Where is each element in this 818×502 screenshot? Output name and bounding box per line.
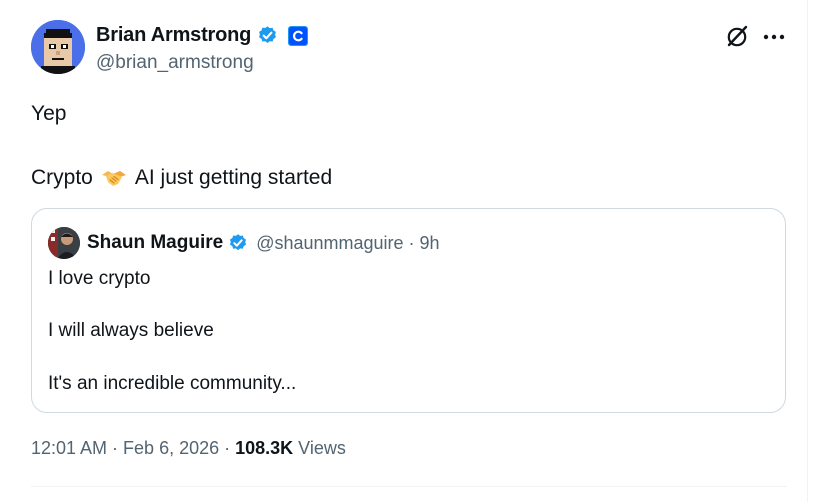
organization-badge-icon[interactable]: [288, 25, 309, 46]
grok-icon[interactable]: [725, 23, 751, 49]
tweet-text-line: Crypto AI just getting started: [31, 166, 332, 190]
quoted-handle-time[interactable]: @shaunmmaguire · 9h: [256, 233, 439, 254]
views-label: Views: [293, 438, 346, 458]
quoted-author-display-name[interactable]: Shaun Maguire: [87, 232, 223, 254]
quoted-author-avatar[interactable]: [48, 227, 80, 259]
tweet-timestamp[interactable]: 12:01 AM · Feb 6, 2026 ·: [31, 438, 235, 458]
tweet-footer-meta: 12:01 AM · Feb 6, 2026 · 108.3K Views: [31, 438, 346, 459]
tweet-header: Brian Armstrong @brian_armstrong: [31, 18, 787, 78]
quoted-text-line: It's an incredible community...: [48, 373, 297, 394]
tweet-text-segment: Crypto: [31, 166, 93, 189]
more-options-icon[interactable]: [763, 34, 785, 40]
quoted-text-line: I will always believe: [48, 320, 214, 341]
tweet-text-line: Yep: [31, 102, 67, 125]
author-display-name[interactable]: Brian Armstrong: [96, 24, 251, 47]
handshake-emoji-icon: [101, 171, 126, 186]
quoted-tweet-header: Shaun Maguire @shaunmmaguire · 9h: [48, 227, 440, 259]
quoted-tweet-card[interactable]: Shaun Maguire @shaunmmaguire · 9h I love…: [31, 208, 786, 413]
author-avatar[interactable]: [31, 20, 85, 74]
views-count: 108.3K: [235, 438, 294, 458]
quoted-text-line: I love crypto: [48, 268, 151, 289]
verified-badge-icon: [230, 234, 247, 251]
divider: [31, 486, 787, 487]
frame-edge: [807, 0, 808, 502]
author-handle[interactable]: @brian_armstrong: [96, 52, 254, 74]
tweet-text-segment: AI just getting started: [134, 166, 333, 189]
verified-badge-icon: [259, 26, 277, 43]
